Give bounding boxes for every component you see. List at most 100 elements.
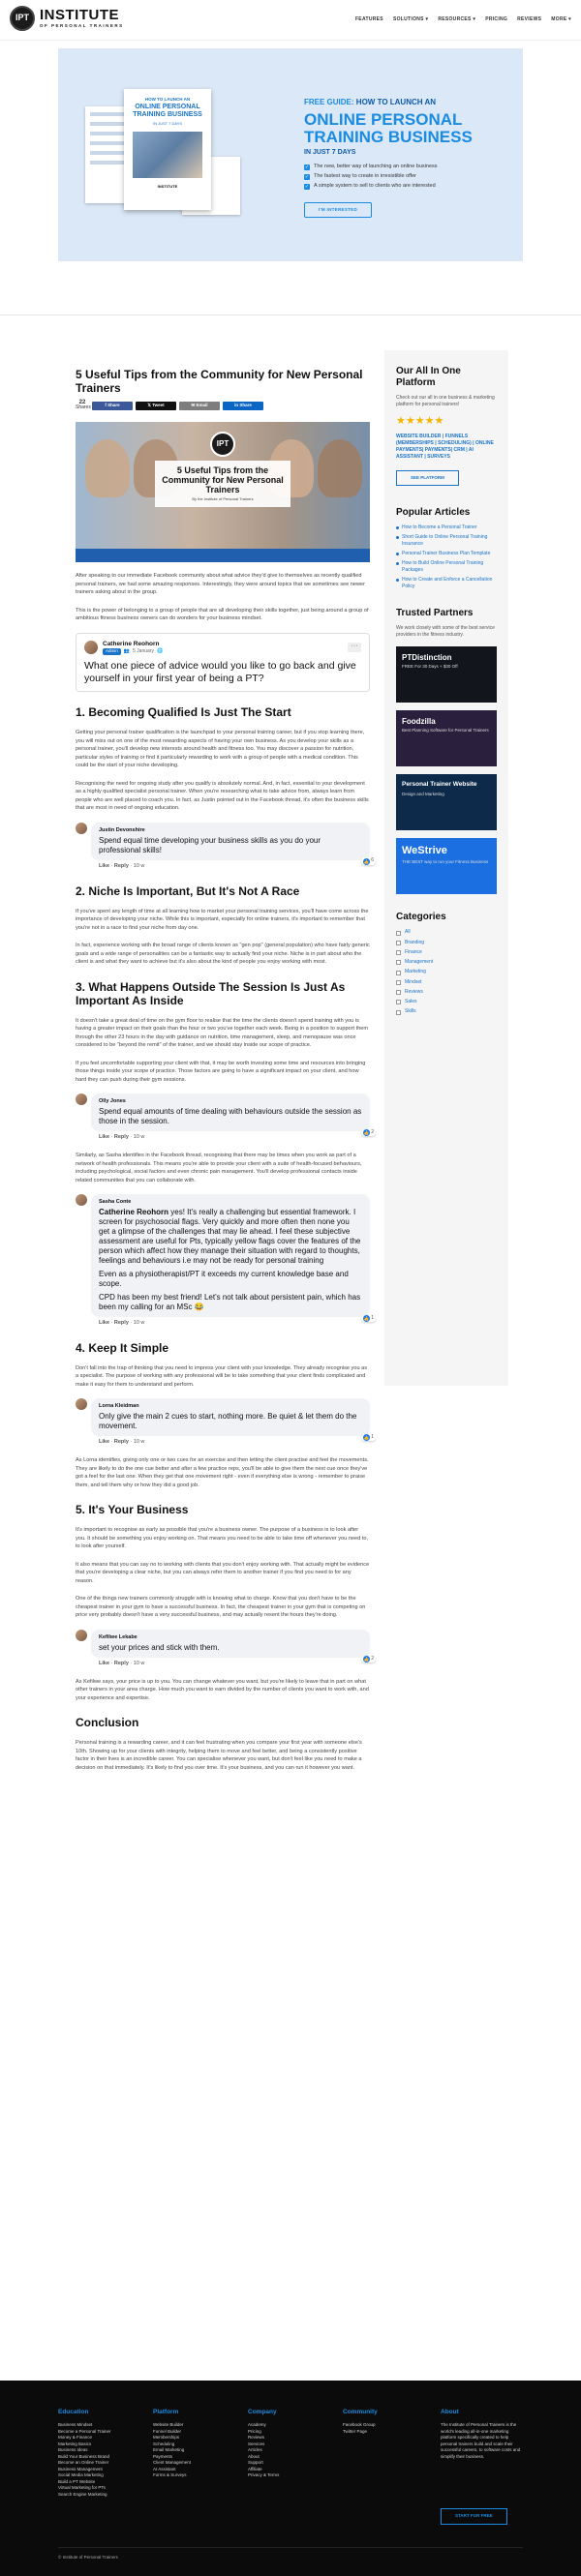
reply-link[interactable]: Reply	[114, 863, 129, 869]
popular-article-link[interactable]: Short Guide to Online Personal Training …	[396, 534, 497, 548]
partner-banner-westrive[interactable]: WeStrive THE BEST way to run your Fitnes…	[396, 838, 497, 895]
comment-text: Catherine Reohorn yes! It's really a cha…	[99, 1208, 362, 1266]
popular-article-link[interactable]: How to Create and Enforce a Cancellation…	[396, 577, 497, 590]
site-header: IPT INSTITUTE OF PERSONAL TRAINERS FEATU…	[0, 0, 581, 41]
section-paragraph: Similarly, as Sasha identifies in the Fa…	[76, 1153, 362, 1183]
category-item[interactable]: Sales	[396, 999, 497, 1005]
category-item[interactable]: All	[396, 929, 497, 936]
nav-reviews[interactable]: REVIEWS	[517, 16, 541, 23]
nav-solutions[interactable]: SOLUTIONS ▾	[393, 16, 428, 23]
more-options-icon[interactable]: ···	[348, 642, 361, 652]
tweet-button[interactable]: 𝕏 Tweet	[136, 401, 176, 410]
partner-banner-foodzilla[interactable]: Foodzilla Best Planning Software for Per…	[396, 710, 497, 767]
category-item[interactable]: Skills	[396, 1008, 497, 1015]
category-item[interactable]: Mindset	[396, 979, 497, 986]
reply-link[interactable]: Reply	[114, 1134, 129, 1140]
comment-mention[interactable]: Catherine Reohorn	[99, 1208, 168, 1216]
checkbox[interactable]	[396, 950, 401, 956]
guide-bullet-text: The fastest way to create in irresistibl…	[314, 172, 416, 179]
post-author[interactable]: Catherine Reohorn	[103, 640, 163, 648]
image-band	[76, 549, 370, 562]
category-item[interactable]: Finance	[396, 949, 497, 956]
like-link[interactable]: Like	[99, 863, 109, 869]
checkbox[interactable]	[396, 960, 401, 966]
reply-link[interactable]: Reply	[114, 1439, 129, 1445]
partner-banner-pt-website[interactable]: Personal Trainer Website Design and Mark…	[396, 774, 497, 831]
featured-image-sub: By the Institute of Personal Trainers	[192, 496, 254, 501]
category-item[interactable]: Branding	[396, 940, 497, 946]
reaction-number: 6	[371, 857, 374, 864]
facebook-comment: Justin Devonshire Spend equal time devel…	[76, 822, 376, 871]
guide-bullet: ✓ The fastest way to create in irresistib…	[304, 173, 507, 181]
nav-features[interactable]: FEATURES	[355, 16, 383, 23]
post-date: 5 January	[133, 647, 154, 654]
category-item[interactable]: Management	[396, 959, 497, 966]
section-paragraph: It's important to recognise as early as …	[76, 1527, 369, 1550]
partner-tagline: Design and Marketing	[402, 792, 444, 797]
comment-author[interactable]: Kefilwe Lekabe	[99, 1634, 362, 1642]
admin-badge: Admin	[103, 648, 121, 655]
avatar	[84, 640, 98, 654]
nav-more[interactable]: MORE ▾	[551, 16, 571, 23]
check-icon: ✓	[304, 164, 310, 170]
partner-banner-ptdistinction[interactable]: PTDistinction FREE For 30 Days + $30 Off	[396, 646, 497, 704]
comment-author[interactable]: Justin Devonshire	[99, 827, 362, 835]
footer-link[interactable]: Search Engine Marketing	[58, 2492, 126, 2499]
partner-name: PTDistinction	[402, 653, 452, 663]
share-label: Email	[196, 402, 208, 407]
like-link[interactable]: Like	[99, 1134, 109, 1140]
facebook-comment: Olly Jones Spend equal amounts of time d…	[76, 1093, 376, 1142]
reaction-count: 👍 2	[361, 1128, 376, 1137]
popular-article-link[interactable]: How to Build Online Personal Training Pa…	[396, 560, 497, 574]
like-icon: 👍	[363, 1314, 371, 1322]
guide-cover-sub: IN JUST 7 DAYS	[152, 120, 183, 126]
reply-link[interactable]: Reply	[114, 1661, 129, 1666]
checkbox[interactable]	[396, 940, 401, 945]
nav-resources[interactable]: RESOURCES ▾	[438, 16, 475, 23]
like-link[interactable]: Like	[99, 1439, 109, 1445]
checkbox[interactable]	[396, 970, 401, 975]
comment-author[interactable]: Sasha Conte	[99, 1199, 362, 1207]
platform-features[interactable]: WEBSITE BUILDER | FUNNELS (MEMBERSHIPS |…	[396, 434, 497, 461]
section-heading: 4. Keep It Simple	[76, 1340, 169, 1355]
like-link[interactable]: Like	[99, 1661, 109, 1666]
see-platform-button[interactable]: SEE PLATFORM	[396, 469, 459, 487]
guide-bullets: ✓ The new, better way of launching an onl…	[304, 164, 507, 191]
featured-image-caption: 5 Useful Tips from the Community for New…	[155, 461, 290, 507]
checkbox[interactable]	[396, 1009, 401, 1015]
linkedin-share-button[interactable]: in Share	[223, 401, 263, 410]
section-heading: 1. Becoming Qualified Is Just The Start	[76, 705, 291, 720]
footer-link[interactable]: Twitter Page	[343, 2429, 411, 2436]
partner-tagline: THE BEST way to run your Fitness Busines…	[402, 859, 489, 865]
logo-title: INSTITUTE	[40, 6, 119, 23]
checkbox[interactable]	[396, 930, 401, 936]
platform-heading: Our All In One Platform	[396, 366, 461, 388]
like-icon: 👍	[363, 1128, 371, 1136]
facebook-share-button[interactable]: f Share	[92, 401, 133, 410]
category-label: Reviews	[405, 988, 423, 995]
like-link[interactable]: Like	[99, 1320, 109, 1326]
category-item[interactable]: Reviews	[396, 989, 497, 996]
footer-link[interactable]: Privacy & Terms	[248, 2472, 316, 2479]
like-icon: 👍	[363, 1655, 371, 1662]
comment-author[interactable]: Lorna Kleidman	[99, 1403, 362, 1411]
start-free-button[interactable]: START FOR FREE	[441, 2508, 507, 2525]
interested-button[interactable]: I'M INTERESTED	[304, 201, 373, 219]
checkbox[interactable]	[396, 990, 401, 996]
site-logo[interactable]: IPT INSTITUTE OF PERSONAL TRAINERS	[10, 6, 124, 31]
globe-icon: 🌐	[156, 647, 164, 654]
comment-text: Spend equal time developing your busines…	[99, 835, 321, 854]
popular-article-link[interactable]: How to Become a Personal Trainer	[396, 524, 497, 531]
comment-author[interactable]: Olly Jones	[99, 1098, 362, 1106]
section-paragraph: One of the things new trainers commonly …	[76, 1596, 366, 1619]
site-footer: Education Business Mindset Become a Pers…	[0, 2381, 581, 2576]
category-label: Branding	[405, 939, 425, 945]
footer-link[interactable]: Forms & Surveys	[153, 2472, 221, 2479]
nav-pricing[interactable]: PRICING	[485, 16, 507, 23]
email-share-button[interactable]: ✉ Email	[179, 401, 220, 410]
reply-link[interactable]: Reply	[114, 1320, 129, 1326]
checkbox[interactable]	[396, 979, 401, 985]
category-item[interactable]: Marketing	[396, 969, 497, 975]
popular-article-link[interactable]: Personal Trainer Business Plan Template	[396, 551, 497, 557]
checkbox[interactable]	[396, 1000, 401, 1005]
